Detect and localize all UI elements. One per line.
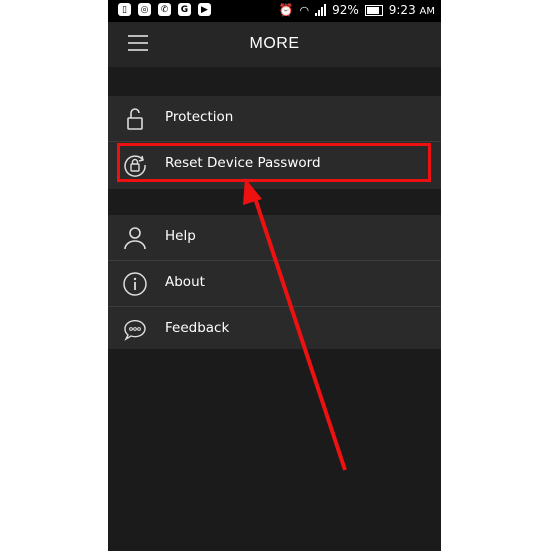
pointer-arrow — [243, 178, 347, 471]
